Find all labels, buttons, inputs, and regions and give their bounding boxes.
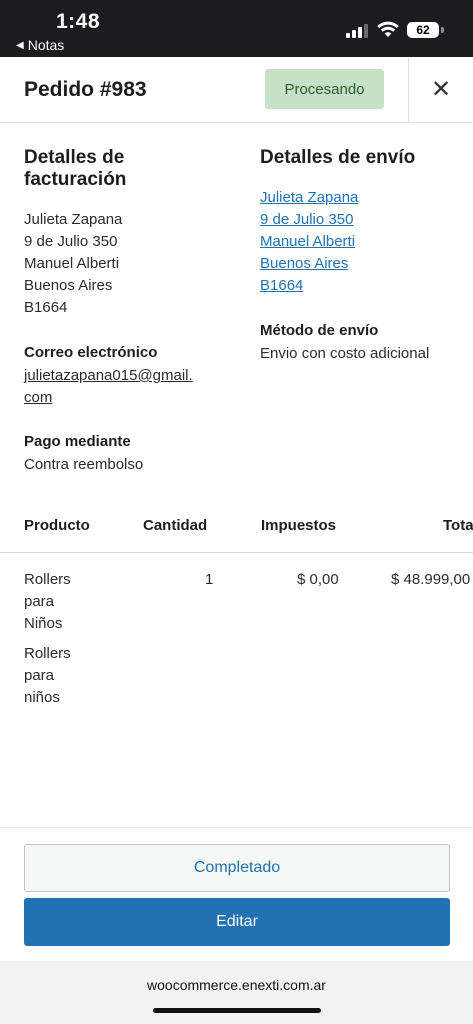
column-header-taxes: Impuestos xyxy=(261,517,337,534)
back-triangle-icon: ◀ xyxy=(16,39,24,51)
home-indicator[interactable] xyxy=(153,1008,321,1013)
battery-icon: 62 xyxy=(407,22,439,38)
back-app-label: Notas xyxy=(27,37,65,53)
browser-bar: woocommerce.enexti.com.ar xyxy=(0,961,473,1024)
column-header-quantity: Cantidad xyxy=(143,517,208,534)
shipping-title: Detalles de envío xyxy=(260,147,416,168)
order-title: Pedido #983 xyxy=(24,78,147,101)
shipping-address-link[interactable]: Julieta Zapana 9 de Julio 350 Manuel Alb… xyxy=(260,187,358,297)
billing-address: Julieta Zapana 9 de Julio 350 Manuel Alb… xyxy=(24,211,123,316)
battery-tip xyxy=(441,27,444,33)
close-button[interactable]: ✕ xyxy=(409,57,473,122)
email-link[interactable]: julietazapana015@gmail. com xyxy=(24,365,193,409)
status-bar: 1:48 ◀ Notas 62 xyxy=(0,0,473,57)
order-status-badge: Procesando xyxy=(265,69,384,109)
wifi-icon xyxy=(377,21,399,37)
column-header-product: Producto xyxy=(24,517,90,534)
column-header-total: Total xyxy=(443,517,473,534)
shipping-method-value: Envio con costo adicional xyxy=(260,345,430,362)
payment-value: Contra reembolso xyxy=(24,456,144,473)
email-label: Correo electrónico xyxy=(24,344,158,361)
browser-url[interactable]: woocommerce.enexti.com.ar xyxy=(0,977,473,993)
product-tax: $ 0,00 xyxy=(297,571,339,588)
billing-title: Detalles de facturación xyxy=(24,147,127,190)
status-time: 1:48 xyxy=(56,10,101,33)
edit-button[interactable]: Editar xyxy=(24,898,450,946)
product-variation: Rollers para niños xyxy=(24,645,71,706)
product-quantity: 1 xyxy=(205,571,214,588)
action-footer: Completado Editar xyxy=(0,827,473,961)
shipping-method-label: Método de envío xyxy=(260,322,379,339)
product-total: $ 48.999,00 xyxy=(391,571,471,588)
back-to-app-link[interactable]: ◀ Notas xyxy=(16,37,64,53)
order-header: Pedido #983 Procesando ✕ xyxy=(0,57,473,123)
close-icon: ✕ xyxy=(430,76,452,103)
payment-label: Pago mediante xyxy=(24,433,131,450)
table-divider xyxy=(0,552,473,553)
product-name: Rollers para Niños xyxy=(24,571,71,632)
complete-button[interactable]: Completado xyxy=(24,844,450,892)
cellular-signal-icon xyxy=(346,24,368,38)
